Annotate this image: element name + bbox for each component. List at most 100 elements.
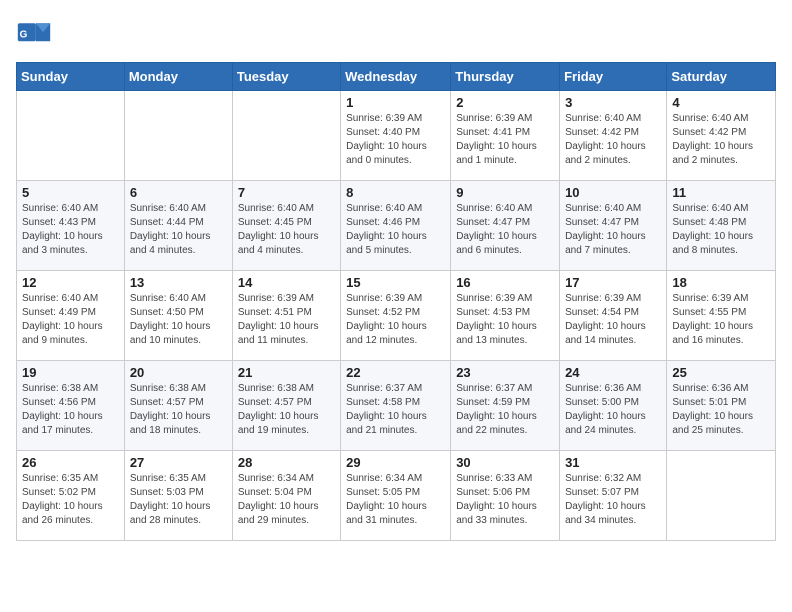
day-number: 5 — [22, 185, 119, 200]
day-number: 20 — [130, 365, 227, 380]
day-info: Sunrise: 6:40 AM Sunset: 4:45 PM Dayligh… — [238, 202, 335, 258]
page-header: G — [16, 16, 776, 52]
calendar-cell: 19Sunrise: 6:38 AM Sunset: 4:56 PM Dayli… — [17, 361, 125, 451]
calendar-cell: 16 Sunrise: 6:39 AM Sunset: 4:53 PM Dayli… — [451, 271, 560, 361]
day-info: Sunrise: 6:40 AM Sunset: 4:47 PM Dayligh… — [565, 202, 661, 258]
day-number: 27 — [130, 455, 227, 470]
day-number: 29 — [346, 455, 445, 470]
day-number: 1 — [346, 95, 445, 110]
day-number: 22 — [346, 365, 445, 380]
day-number: 31 — [565, 455, 661, 470]
day-number: 8 — [346, 185, 445, 200]
day-number: 28 — [238, 455, 335, 470]
calendar-cell — [232, 91, 340, 181]
calendar-cell: 27 Sunrise: 6:35 AM Sunset: 5:03 PM Dayli… — [124, 451, 232, 541]
day-info: Sunrise: 6:36 AM Sunset: 5:01 PM Dayligh… — [672, 382, 770, 438]
calendar-cell: 8 Sunrise: 6:40 AM Sunset: 4:46 PM Daylig… — [341, 181, 451, 271]
day-number: 9 — [456, 185, 554, 200]
calendar-cell: 28 Sunrise: 6:34 AM Sunset: 5:04 PM Dayli… — [232, 451, 340, 541]
day-info: Sunrise: 6:39 AM Sunset: 4:41 PM Dayligh… — [456, 112, 554, 168]
svg-text:G: G — [20, 30, 28, 41]
calendar-cell: 20Sunrise: 6:38 AM Sunset: 4:57 PM Dayli… — [124, 361, 232, 451]
day-info: Sunrise: 6:40 AM Sunset: 4:42 PM Dayligh… — [565, 112, 661, 168]
day-number: 15 — [346, 275, 445, 290]
day-number: 23 — [456, 365, 554, 380]
day-info: Sunrise: 6:35 AM Sunset: 5:03 PM Dayligh… — [130, 472, 227, 528]
day-info: Sunrise: 6:39 AM Sunset: 4:52 PM Dayligh… — [346, 292, 445, 348]
day-info: Sunrise: 6:38 AM Sunset: 4:57 PM Dayligh… — [238, 382, 335, 438]
day-info: Sunrise: 6:40 AM Sunset: 4:48 PM Dayligh… — [672, 202, 770, 258]
calendar-cell: 11 Sunrise: 6:40 AM Sunset: 4:48 PM Dayli… — [667, 181, 776, 271]
day-number: 26 — [22, 455, 119, 470]
calendar-cell: 29 Sunrise: 6:34 AM Sunset: 5:05 PM Dayli… — [341, 451, 451, 541]
calendar-cell: 3 Sunrise: 6:40 AM Sunset: 4:42 PM Daylig… — [560, 91, 667, 181]
calendar-cell: 2 Sunrise: 6:39 AM Sunset: 4:41 PM Daylig… — [451, 91, 560, 181]
calendar-cell: 12 Sunrise: 6:40 AM Sunset: 4:49 PM Dayli… — [17, 271, 125, 361]
day-number: 24 — [565, 365, 661, 380]
day-info: Sunrise: 6:39 AM Sunset: 4:40 PM Dayligh… — [346, 112, 445, 168]
calendar-cell: 15 Sunrise: 6:39 AM Sunset: 4:52 PM Dayli… — [341, 271, 451, 361]
day-info: Sunrise: 6:40 AM Sunset: 4:50 PM Dayligh… — [130, 292, 227, 348]
week-row-1: 1 Sunrise: 6:39 AM Sunset: 4:40 PM Daylig… — [17, 91, 776, 181]
day-number: 17 — [565, 275, 661, 290]
day-number: 7 — [238, 185, 335, 200]
day-info: Sunrise: 6:40 AM Sunset: 4:47 PM Dayligh… — [456, 202, 554, 258]
week-row-5: 26 Sunrise: 6:35 AM Sunset: 5:02 PM Dayli… — [17, 451, 776, 541]
day-info: Sunrise: 6:35 AM Sunset: 5:02 PM Dayligh… — [22, 472, 119, 528]
day-info: Sunrise: 6:40 AM Sunset: 4:49 PM Dayligh… — [22, 292, 119, 348]
calendar-cell: 23 Sunrise: 6:37 AM Sunset: 4:59 PM Dayli… — [451, 361, 560, 451]
calendar-cell — [124, 91, 232, 181]
calendar-cell — [667, 451, 776, 541]
calendar-cell: 10 Sunrise: 6:40 AM Sunset: 4:47 PM Dayli… — [560, 181, 667, 271]
day-info: Sunrise: 6:39 AM Sunset: 4:53 PM Dayligh… — [456, 292, 554, 348]
day-number: 12 — [22, 275, 119, 290]
day-info: Sunrise: 6:37 AM Sunset: 4:59 PM Dayligh… — [456, 382, 554, 438]
day-info: Sunrise: 6:39 AM Sunset: 4:54 PM Dayligh… — [565, 292, 661, 348]
weekday-header-row: SundayMondayTuesdayWednesdayThursdayFrid… — [17, 63, 776, 91]
day-number: 11 — [672, 185, 770, 200]
day-info: Sunrise: 6:40 AM Sunset: 4:42 PM Dayligh… — [672, 112, 770, 168]
week-row-3: 12 Sunrise: 6:40 AM Sunset: 4:49 PM Dayli… — [17, 271, 776, 361]
weekday-header-sunday: Sunday — [17, 63, 125, 91]
calendar-cell: 5 Sunrise: 6:40 AM Sunset: 4:43 PM Daylig… — [17, 181, 125, 271]
day-number: 4 — [672, 95, 770, 110]
calendar-cell: 1 Sunrise: 6:39 AM Sunset: 4:40 PM Daylig… — [341, 91, 451, 181]
day-info: Sunrise: 6:40 AM Sunset: 4:46 PM Dayligh… — [346, 202, 445, 258]
weekday-header-monday: Monday — [124, 63, 232, 91]
day-info: Sunrise: 6:36 AM Sunset: 5:00 PM Dayligh… — [565, 382, 661, 438]
weekday-header-tuesday: Tuesday — [232, 63, 340, 91]
day-info: Sunrise: 6:34 AM Sunset: 5:04 PM Dayligh… — [238, 472, 335, 528]
day-info: Sunrise: 6:37 AM Sunset: 4:58 PM Dayligh… — [346, 382, 445, 438]
day-info: Sunrise: 6:39 AM Sunset: 4:51 PM Dayligh… — [238, 292, 335, 348]
day-number: 18 — [672, 275, 770, 290]
day-info: Sunrise: 6:38 AM Sunset: 4:56 PM Dayligh… — [22, 382, 119, 438]
calendar-cell: 21 Sunrise: 6:38 AM Sunset: 4:57 PM Dayli… — [232, 361, 340, 451]
day-number: 3 — [565, 95, 661, 110]
day-info: Sunrise: 6:32 AM Sunset: 5:07 PM Dayligh… — [565, 472, 661, 528]
day-info: Sunrise: 6:39 AM Sunset: 4:55 PM Dayligh… — [672, 292, 770, 348]
calendar-cell: 30Sunrise: 6:33 AM Sunset: 5:06 PM Dayli… — [451, 451, 560, 541]
logo-icon: G — [16, 16, 52, 52]
calendar-cell: 6Sunrise: 6:40 AM Sunset: 4:44 PM Daylig… — [124, 181, 232, 271]
calendar-table: SundayMondayTuesdayWednesdayThursdayFrid… — [16, 62, 776, 541]
day-info: Sunrise: 6:33 AM Sunset: 5:06 PM Dayligh… — [456, 472, 554, 528]
calendar-cell: 31 Sunrise: 6:32 AM Sunset: 5:07 PM Dayli… — [560, 451, 667, 541]
calendar-cell: 24 Sunrise: 6:36 AM Sunset: 5:00 PM Dayli… — [560, 361, 667, 451]
day-number: 25 — [672, 365, 770, 380]
day-number: 2 — [456, 95, 554, 110]
calendar-cell: 13 Sunrise: 6:40 AM Sunset: 4:50 PM Dayli… — [124, 271, 232, 361]
day-number: 21 — [238, 365, 335, 380]
day-info: Sunrise: 6:40 AM Sunset: 4:44 PM Dayligh… — [130, 202, 227, 258]
day-number: 14 — [238, 275, 335, 290]
day-info: Sunrise: 6:34 AM Sunset: 5:05 PM Dayligh… — [346, 472, 445, 528]
calendar-cell: 26 Sunrise: 6:35 AM Sunset: 5:02 PM Dayli… — [17, 451, 125, 541]
day-number: 16 — [456, 275, 554, 290]
logo: G — [16, 16, 56, 52]
day-number: 10 — [565, 185, 661, 200]
weekday-header-thursday: Thursday — [451, 63, 560, 91]
calendar-cell: 9 Sunrise: 6:40 AM Sunset: 4:47 PM Daylig… — [451, 181, 560, 271]
day-number: 13 — [130, 275, 227, 290]
week-row-4: 19Sunrise: 6:38 AM Sunset: 4:56 PM Dayli… — [17, 361, 776, 451]
day-info: Sunrise: 6:40 AM Sunset: 4:43 PM Dayligh… — [22, 202, 119, 258]
calendar-cell — [17, 91, 125, 181]
